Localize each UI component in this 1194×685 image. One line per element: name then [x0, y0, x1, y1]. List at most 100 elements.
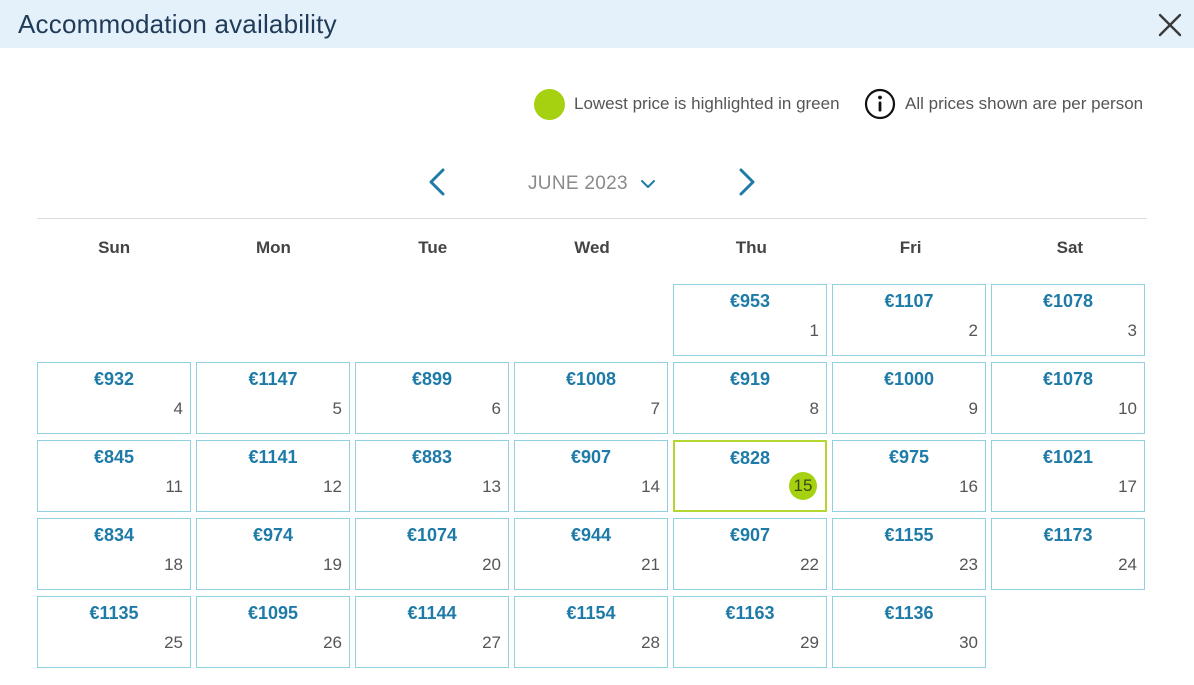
day-price: €1074: [406, 525, 458, 545]
calendar-day-cell[interactable]: €1163 29: [673, 596, 827, 668]
calendar-empty-cell: [355, 284, 509, 356]
day-number: 3: [1127, 321, 1137, 340]
day-price: €1078: [1042, 369, 1094, 389]
weekday-fri: Fri: [899, 238, 922, 257]
day-number: 12: [323, 477, 342, 496]
calendar-grid: €953 1 €1107 2 €1078 3 €932 4 €1147 5 €899 6 €1008 7 €…: [37, 284, 1147, 668]
modal-header: Accommodation availability: [0, 0, 1194, 48]
calendar-day-cell[interactable]: €1074 20: [355, 518, 509, 590]
day-price: €932: [93, 369, 135, 389]
calendar-day-cell[interactable]: €1141 12: [196, 440, 350, 512]
day-price: €1147: [248, 369, 298, 389]
legend-lowest-text: Lowest price is highlighted in green: [574, 94, 840, 113]
month-selector[interactable]: JUNE 2023: [528, 171, 656, 197]
legend-info-text: All prices shown are per person: [905, 94, 1144, 113]
calendar-day-cell[interactable]: €1107 2: [832, 284, 986, 356]
day-price: €1173: [1043, 525, 1093, 545]
day-price: €1107: [884, 291, 934, 311]
calendar-day-cell[interactable]: €828 15: [673, 440, 827, 512]
chevron-right-icon: [739, 168, 755, 196]
modal-title: Accommodation availability: [18, 9, 337, 39]
day-number: 9: [968, 399, 978, 418]
day-price: €1078: [1042, 291, 1094, 311]
day-price: €883: [411, 447, 453, 467]
day-price: €907: [729, 525, 771, 545]
day-number: 7: [650, 399, 660, 418]
day-price: €975: [888, 447, 930, 467]
day-price: €1163: [725, 603, 775, 623]
calendar-day-cell[interactable]: €899 6: [355, 362, 509, 434]
calendar-day-cell[interactable]: €1095 26: [196, 596, 350, 668]
day-number: 5: [332, 399, 342, 418]
day-number: 22: [800, 555, 819, 574]
calendar-day-cell[interactable]: €834 18: [37, 518, 191, 590]
day-price: €828: [729, 448, 771, 468]
weekday-tue: Tue: [418, 238, 448, 257]
day-number: 8: [809, 399, 819, 418]
calendar-day-cell[interactable]: €907 22: [673, 518, 827, 590]
day-price: €1021: [1042, 447, 1094, 467]
next-month-button[interactable]: [735, 166, 759, 198]
calendar-day-cell[interactable]: €1000 9: [832, 362, 986, 434]
day-number: 17: [1118, 477, 1137, 496]
calendar-day-cell[interactable]: €1154 28: [514, 596, 668, 668]
day-number: 30: [959, 633, 978, 652]
previous-month-button[interactable]: [425, 166, 449, 198]
calendar-day-cell[interactable]: €883 13: [355, 440, 509, 512]
calendar-day-cell[interactable]: €953 1: [673, 284, 827, 356]
calendar-day-cell[interactable]: €845 11: [37, 440, 191, 512]
weekday-header: Sun Mon Tue Wed Thu Fri Sat: [37, 238, 1147, 258]
calendar-day-cell[interactable]: €944 21: [514, 518, 668, 590]
calendar-day-cell[interactable]: €1078 3: [991, 284, 1145, 356]
calendar-day-cell[interactable]: €1135 25: [37, 596, 191, 668]
day-price: €1154: [566, 603, 616, 623]
chevron-down-icon: [640, 180, 655, 188]
day-number: 19: [323, 555, 342, 574]
day-price: €834: [93, 525, 135, 545]
month-label: JUNE 2023: [528, 173, 628, 194]
weekday-thu: Thu: [735, 238, 767, 257]
close-icon: [1158, 13, 1182, 37]
day-number: 16: [959, 477, 978, 496]
calendar-day-cell[interactable]: €1078 10: [991, 362, 1145, 434]
day-number: 21: [641, 555, 660, 574]
calendar-day-cell[interactable]: €1008 7: [514, 362, 668, 434]
calendar-day-cell[interactable]: €1147 5: [196, 362, 350, 434]
calendar-day-cell[interactable]: €974 19: [196, 518, 350, 590]
day-number: 23: [959, 555, 978, 574]
day-price: €907: [570, 447, 612, 467]
day-number: 4: [173, 399, 183, 418]
day-price: €1141: [248, 447, 298, 467]
day-number: 14: [641, 477, 660, 496]
day-number: 13: [482, 477, 501, 496]
day-price: €974: [252, 525, 294, 545]
calendar-day-cell[interactable]: €932 4: [37, 362, 191, 434]
weekday-wed: Wed: [574, 238, 610, 257]
day-number: 28: [641, 633, 660, 652]
lowest-price-day-number: 15: [789, 472, 817, 500]
day-price: €1135: [89, 603, 139, 623]
calendar-day-cell[interactable]: €907 14: [514, 440, 668, 512]
weekday-sun: Sun: [98, 238, 131, 257]
chevron-left-icon: [429, 168, 445, 196]
close-button[interactable]: [1154, 10, 1186, 40]
day-price: €1095: [247, 603, 299, 623]
calendar-day-cell[interactable]: €1144 27: [355, 596, 509, 668]
calendar-day-cell[interactable]: €1136 30: [832, 596, 986, 668]
day-price: €944: [570, 525, 612, 545]
calendar-day-cell[interactable]: €1021 17: [991, 440, 1145, 512]
calendar-empty-cell: [37, 284, 191, 356]
day-price: €845: [93, 447, 135, 467]
calendar-day-cell[interactable]: €1155 23: [832, 518, 986, 590]
day-number: 29: [800, 633, 819, 652]
calendar-day-cell[interactable]: €975 16: [832, 440, 986, 512]
calendar-empty-cell: [514, 284, 668, 356]
green-dot-icon: [534, 88, 565, 120]
day-number: 24: [1118, 555, 1137, 574]
calendar-day-cell[interactable]: €1173 24: [991, 518, 1145, 590]
calendar-day-cell[interactable]: €919 8: [673, 362, 827, 434]
day-number: 1: [809, 321, 819, 340]
weekday-sat: Sat: [1056, 238, 1084, 257]
day-number: 6: [491, 399, 501, 418]
day-number: 11: [165, 477, 183, 496]
